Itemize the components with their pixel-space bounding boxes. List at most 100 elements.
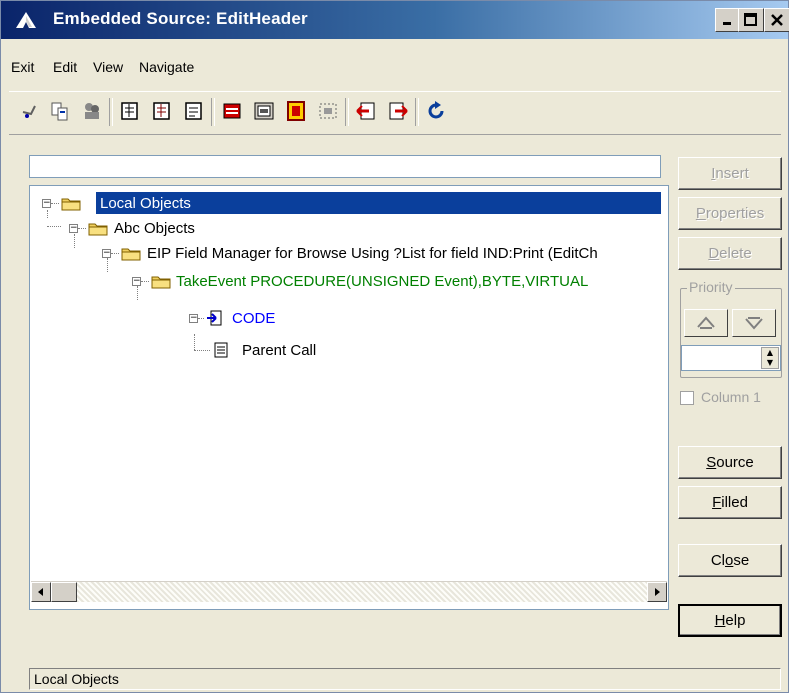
- tree-connector: [47, 210, 48, 218]
- collapse-toggle[interactable]: −: [132, 277, 141, 286]
- tree-node-label: Local Objects: [100, 194, 191, 212]
- embedded-source-window: Embedded Source: EditHeader Exit Edit Vi…: [0, 0, 789, 693]
- embed-icon-1: [121, 102, 138, 120]
- tree-node-label: CODE: [232, 309, 276, 327]
- tree-node-local-objects[interactable]: Local Objects: [96, 192, 661, 214]
- scroll-thumb[interactable]: [51, 582, 77, 602]
- arrow-left-icon: [38, 588, 43, 596]
- spinner-buttons[interactable]: ▲ ▼: [761, 347, 779, 369]
- help-button[interactable]: Help: [678, 604, 782, 637]
- source-label-post: ource: [716, 454, 754, 471]
- menu-bar: Exit Edit View Navigate: [1, 59, 788, 83]
- scroll-left-button[interactable]: [31, 582, 51, 602]
- app-logo-icon: [16, 12, 36, 28]
- close-button[interactable]: Cl o se: [678, 544, 782, 577]
- embed-button-3[interactable]: [181, 98, 207, 124]
- toolbar-separator: [211, 98, 215, 126]
- dotted-embed-button[interactable]: [315, 98, 341, 124]
- users-button[interactable]: [79, 98, 105, 124]
- menu-edit[interactable]: Edit: [53, 59, 77, 75]
- scroll-right-button[interactable]: [647, 582, 667, 602]
- arrow-right-icon: [655, 588, 660, 596]
- folder-icon: [151, 276, 171, 289]
- tree-node-abc-objects[interactable]: Abc Objects: [114, 217, 195, 239]
- priority-down-button[interactable]: [732, 309, 776, 337]
- pointer-button[interactable]: [17, 98, 43, 124]
- menu-view[interactable]: View: [93, 59, 123, 75]
- embed-button-1[interactable]: [117, 98, 143, 124]
- red-embed-button[interactable]: [219, 98, 245, 124]
- delete-label-accel: D: [708, 245, 720, 262]
- maximize-icon: [744, 13, 757, 26]
- tree-node-code[interactable]: CODE: [232, 307, 275, 329]
- filled-button[interactable]: Filled: [678, 486, 782, 519]
- users-icon: [85, 103, 99, 119]
- tree-node-label: Parent Call: [242, 341, 317, 359]
- menu-navigate[interactable]: Navigate: [139, 59, 194, 75]
- tree-connector: [47, 226, 61, 227]
- insert-label-post: nsert: [715, 165, 749, 182]
- next-embed-button[interactable]: [385, 98, 411, 124]
- title-bar[interactable]: Embedded Source: EditHeader: [1, 1, 789, 39]
- refresh-button[interactable]: [423, 98, 449, 124]
- properties-label-accel: P: [695, 205, 706, 222]
- collapse-toggle[interactable]: −: [69, 224, 78, 233]
- filled-label-accel: F: [712, 494, 722, 511]
- tree-connector: [141, 281, 149, 282]
- maximize-button[interactable]: [738, 8, 764, 32]
- embed-button-2[interactable]: [149, 98, 175, 124]
- source-button[interactable]: Source: [678, 446, 782, 479]
- delete-label-post: elete: [719, 245, 752, 262]
- embed-icon-2: [153, 102, 170, 120]
- close-label-post: se: [733, 552, 750, 569]
- folder-icon: [121, 248, 141, 261]
- status-text: Local Objects: [34, 671, 119, 687]
- tree-node-takeevent[interactable]: TakeEvent PROCEDURE(UNSIGNED Event),BYTE…: [176, 270, 588, 292]
- tree-connector: [198, 318, 204, 319]
- folder-icon: [88, 223, 108, 236]
- menu-exit[interactable]: Exit: [11, 59, 34, 75]
- source-label-accel: S: [706, 454, 717, 471]
- status-bar: Local Objects: [29, 668, 781, 690]
- close-icon: [771, 14, 783, 26]
- tree-node-eip-field-manager[interactable]: EIP Field Manager for Browse Using ?List…: [147, 242, 598, 264]
- column-checkbox[interactable]: [680, 391, 694, 405]
- help-label-post: elp: [725, 612, 746, 629]
- minimize-icon: [723, 22, 731, 25]
- pointer-icon: [22, 105, 36, 118]
- priority-up-button[interactable]: [684, 309, 728, 337]
- horizontal-scrollbar[interactable]: [31, 581, 667, 602]
- code-embed-icon: [207, 310, 222, 326]
- tree-connector: [51, 203, 59, 204]
- previous-embed-button[interactable]: [353, 98, 379, 124]
- filled-label-post: illed: [721, 494, 748, 511]
- red-embed-icon: [223, 103, 241, 119]
- tree-node-parent-call[interactable]: Parent Call: [242, 339, 316, 361]
- copy-button[interactable]: [47, 98, 73, 124]
- prev-red-icon: [356, 102, 375, 120]
- tree-connector: [137, 286, 138, 300]
- properties-button[interactable]: Properties: [678, 197, 782, 230]
- embed-tree[interactable]: − Local Objects − Abc Objects − EIP Fiel…: [29, 185, 669, 610]
- close-label-accel: o: [724, 552, 734, 569]
- tree-connector: [74, 234, 75, 248]
- collapse-toggle[interactable]: −: [102, 249, 111, 258]
- next-red-icon: [389, 102, 408, 120]
- collapse-toggle[interactable]: −: [42, 199, 51, 208]
- delete-button[interactable]: Delete: [678, 237, 782, 270]
- tree-connector: [194, 334, 195, 350]
- toolbar-separator: [109, 98, 113, 126]
- copy-icon: [51, 102, 68, 121]
- collapse-toggle[interactable]: −: [189, 314, 198, 323]
- tree-connector: [107, 258, 108, 272]
- highlight-embed-button[interactable]: [283, 98, 309, 124]
- tree-node-label: TakeEvent PROCEDURE(UNSIGNED Event),BYTE…: [176, 272, 589, 290]
- close-window-button[interactable]: [764, 8, 789, 32]
- dotted-embed-icon: [319, 103, 337, 119]
- toolbar-separator: [345, 98, 349, 126]
- properties-label-post: roperties: [705, 205, 765, 222]
- priority-spinner[interactable]: ▲ ▼: [681, 345, 781, 371]
- embed-search-input[interactable]: [29, 155, 661, 178]
- screen-embed-button[interactable]: [251, 98, 277, 124]
- insert-button[interactable]: Insert: [678, 157, 782, 190]
